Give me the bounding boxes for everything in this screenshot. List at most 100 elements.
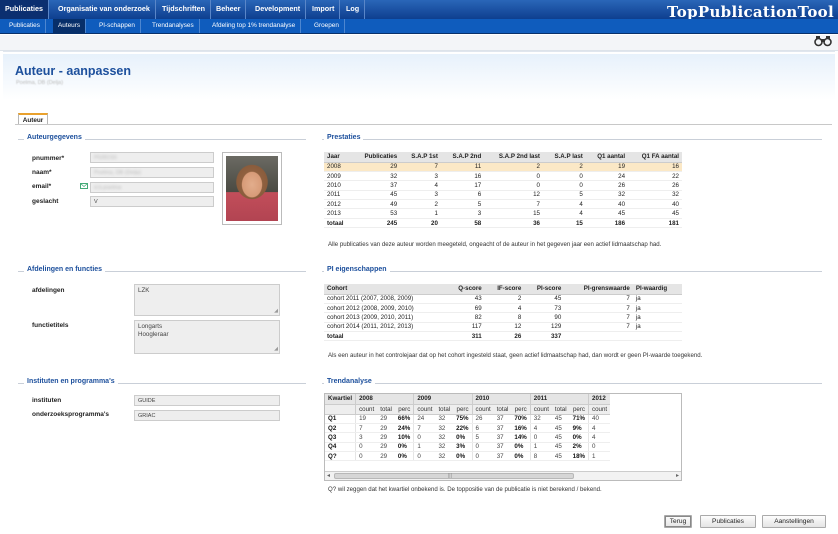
total-row: totaal 311 26 337 bbox=[324, 331, 682, 342]
trend-table-container[interactable]: Kwartiel 2008 2009 2010 2011 2012 count total pe… bbox=[324, 393, 682, 481]
aanstellingen-button[interactable]: Aanstellingen bbox=[762, 515, 826, 528]
table-cell: 29 bbox=[377, 432, 395, 443]
table-cell bbox=[632, 331, 682, 342]
table-cell: 24% bbox=[394, 423, 414, 434]
programma-field[interactable]: GRIAC bbox=[134, 410, 280, 421]
table-cell: 37 bbox=[493, 423, 512, 434]
menu-organisatie-van-onderzoek[interactable]: Organisatie van onderzoek bbox=[53, 0, 156, 19]
table-cell: totaal bbox=[324, 217, 353, 229]
sub-header: perc bbox=[511, 404, 531, 415]
functietitels-textarea[interactable]: Longarts Hoogleraar ◢ bbox=[134, 320, 280, 354]
instituten-field[interactable]: GUIDE bbox=[134, 395, 280, 406]
sub-header: count bbox=[588, 404, 611, 415]
geslacht-label: geslacht bbox=[32, 198, 59, 205]
sub-header: count bbox=[529, 404, 552, 415]
scroll-left-icon[interactable]: ◂ bbox=[327, 472, 330, 480]
table-cell: 10% bbox=[394, 432, 414, 443]
terug-button[interactable]: Terug bbox=[664, 515, 692, 528]
menu-tijdschriften[interactable]: Tijdschriften bbox=[157, 0, 211, 19]
table-cell: 45 bbox=[551, 432, 570, 443]
table-cell: ja bbox=[632, 312, 682, 323]
table-row: cohort 2012 (2008, 2009, 2010) 69 4 73 7 ja bbox=[324, 303, 682, 314]
total-row: totaal 245 20 58 36 15 186 181 bbox=[324, 217, 682, 229]
table-cell: cohort 2013 (2009, 2010, 2011) bbox=[324, 312, 447, 323]
table-cell: 29 bbox=[352, 162, 401, 172]
table-cell: 0% bbox=[453, 432, 473, 443]
scroll-thumb[interactable]: ||| bbox=[334, 473, 574, 479]
table-cell: 32 bbox=[435, 414, 454, 424]
menu-publicaties[interactable]: Publicaties bbox=[0, 0, 49, 19]
table-cell: 26 bbox=[585, 180, 629, 191]
binoculars-icon[interactable] bbox=[814, 36, 832, 50]
publicaties-button[interactable]: Publicaties bbox=[700, 515, 756, 528]
column-header: IF-score bbox=[484, 284, 525, 295]
submenu-groepen[interactable]: Groepen bbox=[309, 19, 345, 33]
submenu-trendanalyses[interactable]: Trendanalyses bbox=[147, 19, 200, 33]
table-cell: 7 bbox=[400, 162, 441, 172]
year-header: 2012 bbox=[588, 394, 611, 405]
table-cell: 17 bbox=[440, 180, 485, 191]
table-cell: 14% bbox=[511, 432, 531, 443]
year-header: 2011 bbox=[529, 394, 589, 405]
table-cell: 4 bbox=[588, 432, 611, 443]
submenu-afdeling-top[interactable]: Afdeling top 1% trendanalyse bbox=[207, 19, 302, 33]
table-cell: 16% bbox=[511, 423, 531, 434]
table-cell: 8 bbox=[529, 451, 552, 462]
mail-icon[interactable] bbox=[80, 182, 89, 190]
table-cell: 20 bbox=[400, 217, 441, 229]
table-row: cohort 2013 (2009, 2010, 2011) 82 8 90 7 ja bbox=[324, 312, 682, 323]
submenu-pi-schappen[interactable]: PI-schappen bbox=[94, 19, 141, 33]
table-cell: 7 bbox=[564, 303, 633, 314]
table-cell: 311 bbox=[446, 331, 485, 342]
table-cell: 4 bbox=[400, 180, 441, 191]
pnummer-field[interactable]: P0281S5 bbox=[90, 152, 214, 163]
table-cell: 29 bbox=[377, 414, 395, 424]
column-header: Jaar bbox=[324, 152, 353, 163]
column-header: Q1 aantal bbox=[585, 152, 629, 163]
table-cell: 245 bbox=[352, 217, 401, 229]
sub-header: total bbox=[493, 404, 512, 415]
table-cell: 3% bbox=[453, 442, 473, 453]
column-header: Publicaties bbox=[352, 152, 401, 163]
table-cell: 2009 bbox=[324, 171, 353, 182]
main-menubar: Publicaties Organisatie van onderzoek Ti… bbox=[0, 0, 838, 21]
table-cell: 1 bbox=[529, 442, 552, 453]
table-cell: 0 bbox=[471, 442, 494, 453]
menu-beheer[interactable]: Beheer bbox=[211, 0, 247, 19]
table-cell: 29 bbox=[377, 423, 395, 434]
email-field[interactable]: d.b.poelma bbox=[90, 182, 214, 193]
section-title-prestaties: Prestaties bbox=[324, 134, 364, 141]
geslacht-field[interactable]: V bbox=[90, 196, 214, 207]
table-cell: 37 bbox=[493, 442, 512, 453]
afdelingen-textarea[interactable]: LZK ◢ bbox=[134, 284, 280, 316]
naam-field[interactable]: Poelma, DB (Delja) bbox=[90, 167, 214, 178]
menu-import[interactable]: Import bbox=[307, 0, 341, 19]
table-cell: 6 bbox=[471, 423, 494, 434]
table-cell: 0 bbox=[484, 180, 543, 191]
table-cell: 45 bbox=[551, 451, 570, 462]
table-cell: 2012 bbox=[324, 199, 353, 210]
scroll-right-icon[interactable]: ▸ bbox=[676, 472, 679, 480]
horizontal-scrollbar[interactable]: ◂ ||| ▸ bbox=[325, 471, 681, 480]
table-cell: 43 bbox=[446, 294, 485, 304]
sub-header: total bbox=[435, 404, 454, 415]
column-header: PI-score bbox=[524, 284, 565, 295]
section-title-instituten: Instituten en programma's bbox=[24, 378, 118, 385]
functietitels-label: functietitels bbox=[32, 322, 69, 329]
menu-development[interactable]: Development bbox=[250, 0, 307, 19]
trend-divider bbox=[322, 383, 822, 384]
table-cell: 0 bbox=[413, 432, 436, 443]
table-cell: 0 bbox=[355, 451, 378, 462]
table-cell: 7 bbox=[355, 423, 378, 434]
table-cell: 0% bbox=[453, 451, 473, 462]
table-cell: 22 bbox=[628, 171, 682, 182]
table-cell: 7 bbox=[564, 312, 633, 323]
submenu-publicaties[interactable]: Publicaties bbox=[4, 19, 46, 33]
table-row: cohort 2011 (2007, 2008, 2009) 43 2 45 7 ja bbox=[324, 294, 682, 304]
table-cell: 32 bbox=[628, 190, 682, 201]
table-cell: 4 bbox=[484, 303, 525, 314]
menu-log[interactable]: Log bbox=[341, 0, 366, 19]
pi-divider bbox=[322, 271, 822, 272]
table-row: Q? 0 29 0% 0 32 0% 0 37 0% 8 45 18% 1 bbox=[325, 451, 611, 462]
submenu-auteurs[interactable]: Auteurs bbox=[53, 19, 87, 33]
